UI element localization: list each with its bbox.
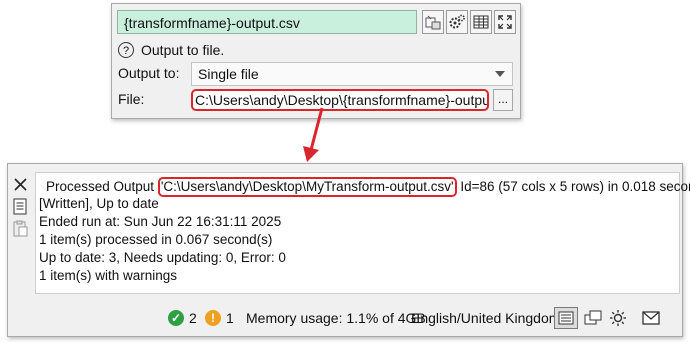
table-button[interactable] — [470, 10, 492, 34]
settings-button[interactable] — [446, 10, 468, 34]
windows-button[interactable] — [581, 307, 605, 329]
log-line-processed: Processed Output 'C:\Users\andy\Desktop\… — [46, 177, 690, 197]
table-icon — [473, 15, 489, 29]
sun-icon — [610, 310, 626, 326]
log-view-button[interactable] — [554, 307, 578, 329]
clipboard-button[interactable] — [10, 218, 30, 238]
log-line: Up to date: 3, Needs updating: 0, Error:… — [39, 250, 286, 265]
close-icon — [13, 177, 27, 191]
log-toolbar — [10, 174, 32, 240]
mail-icon — [642, 311, 660, 325]
status-bar: ✓ 2 ! 1 Memory usage: 1.1% of 4GB Englis… — [8, 302, 684, 336]
log-prefix: Processed Output — [46, 179, 158, 194]
insert-variable-icon — [425, 15, 441, 30]
expand-button[interactable] — [494, 10, 516, 34]
file-label: File: — [118, 91, 145, 107]
theme-button[interactable] — [606, 307, 630, 329]
output-properties-panel: {transformfname}-output.csv ? Output to … — [111, 3, 521, 119]
output-path-highlight: 'C:\Users\andy\Desktop\MyTransform-outpu… — [157, 177, 457, 197]
locale-label: English/United Kingdom — [411, 310, 561, 326]
log-view-icon — [558, 311, 574, 325]
output-log-panel: Processed Output 'C:\Users\andy\Desktop\… — [7, 163, 690, 337]
feedback-button[interactable] — [639, 307, 663, 329]
output-to-value: Single file — [198, 66, 259, 82]
close-log-button[interactable] — [10, 174, 30, 194]
help-row: ? Output to file. — [118, 39, 224, 61]
log-line: [Written], Up to date — [39, 196, 159, 211]
filename-field[interactable]: {transformfname}-output.csv — [117, 10, 417, 34]
help-text: Output to file. — [141, 42, 225, 58]
ok-count-indicator[interactable]: ✓ 2 — [168, 310, 197, 326]
output-to-select[interactable]: Single file — [191, 62, 513, 86]
windows-icon — [584, 310, 602, 325]
log-line: Ended run at: Sun Jun 22 16:31:11 2025 — [39, 214, 282, 229]
log-text-area[interactable]: Processed Output 'C:\Users\andy\Desktop\… — [35, 172, 690, 294]
warning-count: 1 — [226, 310, 234, 326]
check-icon: ✓ — [168, 310, 184, 326]
document-icon — [13, 198, 27, 214]
document-button[interactable] — [10, 196, 30, 216]
memory-usage: Memory usage: 1.1% of 4GB — [246, 310, 426, 326]
insert-variable-button[interactable] — [422, 10, 444, 34]
warning-icon: ! — [205, 310, 221, 326]
annotation-arrow — [303, 107, 324, 162]
gear-icon — [449, 14, 465, 29]
warning-count-indicator[interactable]: ! 1 — [205, 310, 234, 326]
log-line: 1 item(s) processed in 0.067 second(s) — [39, 232, 273, 247]
chevron-down-icon — [495, 71, 505, 77]
help-icon[interactable]: ? — [118, 42, 134, 58]
log-suffix: Id=86 (57 cols x 5 rows) in 0.018 second… — [460, 179, 690, 194]
output-to-label: Output to: — [118, 65, 180, 81]
ok-count: 2 — [189, 310, 197, 326]
browse-button[interactable]: ... — [493, 89, 513, 111]
expand-icon — [498, 15, 512, 29]
log-line: 1 item(s) with warnings — [39, 268, 178, 283]
clipboard-icon — [13, 220, 27, 236]
